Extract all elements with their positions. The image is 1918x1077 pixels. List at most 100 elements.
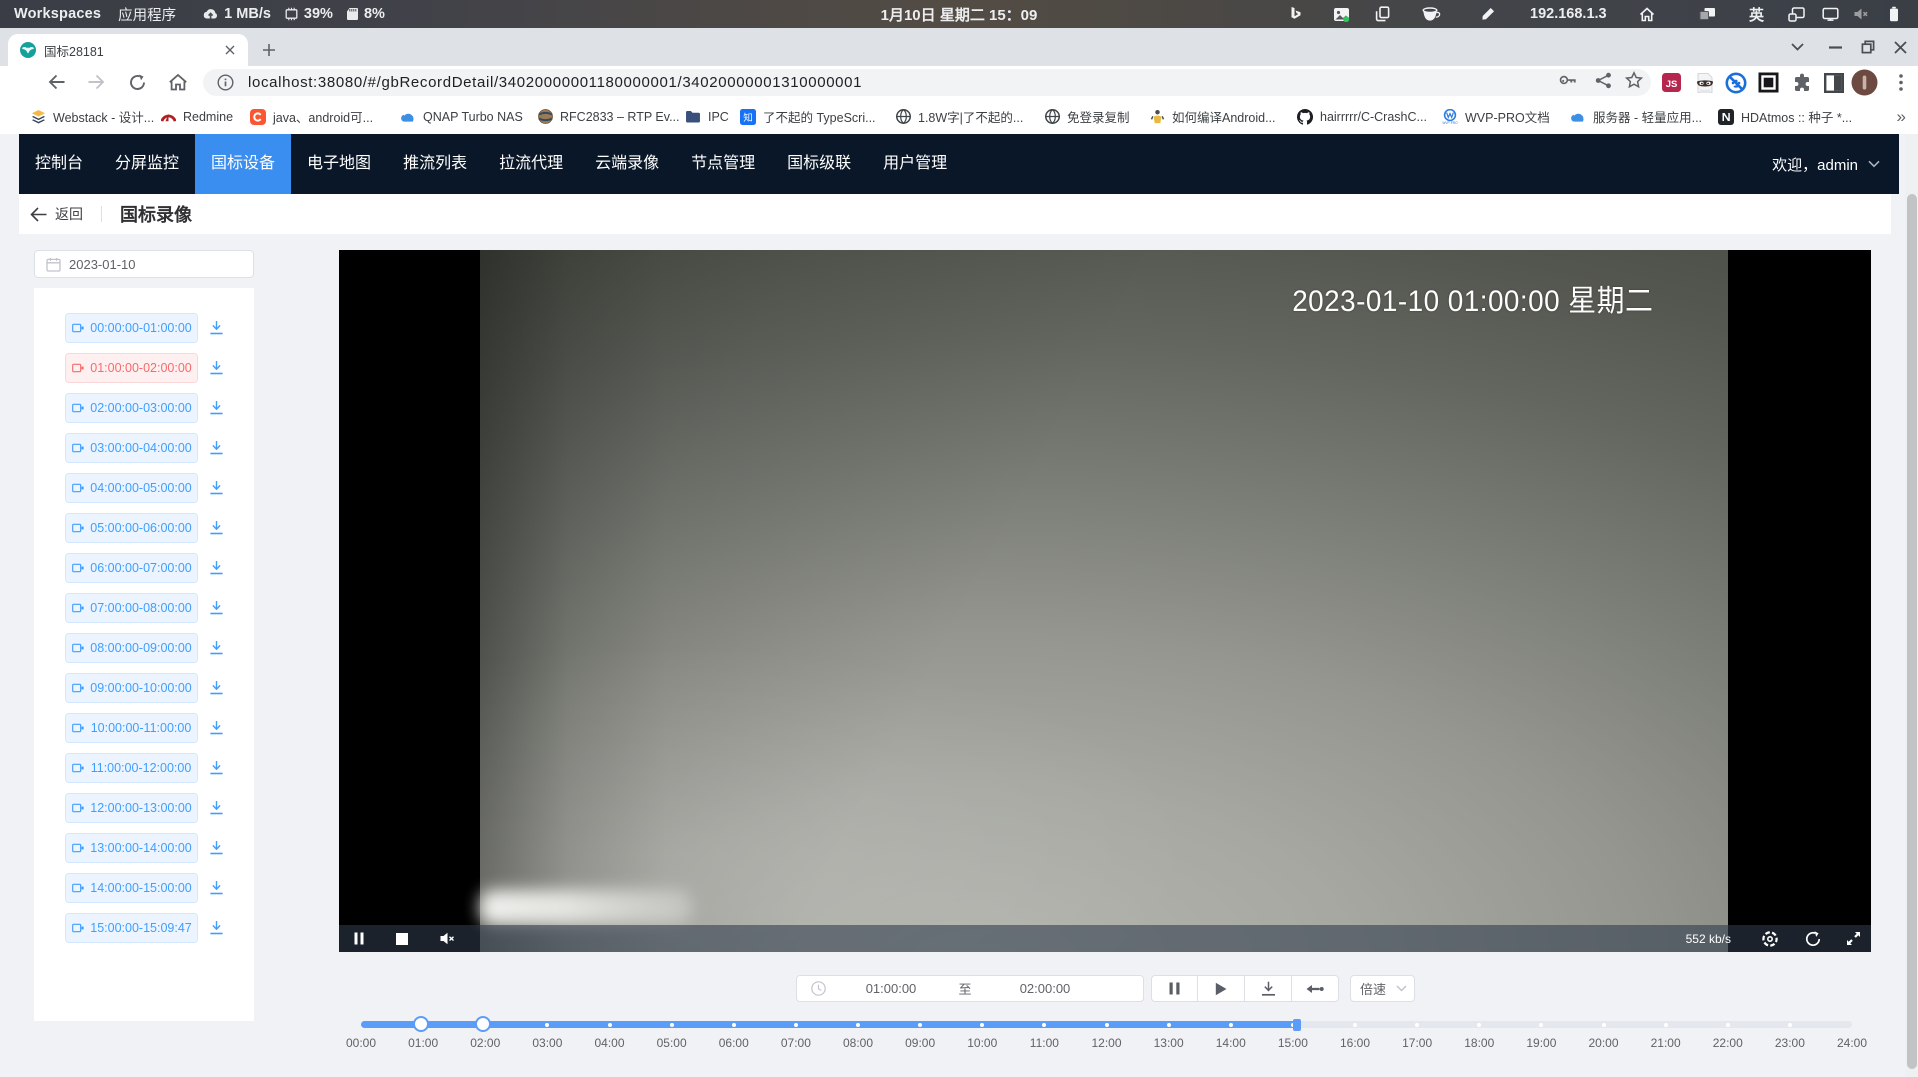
player-mute-icon[interactable]: [438, 925, 456, 952]
record-download-icon-15[interactable]: [209, 920, 225, 936]
record-button-11[interactable]: 11:00:00-12:00:00: [65, 753, 198, 783]
nav-item-1[interactable]: 分屏监控: [99, 134, 195, 194]
nav-item-6[interactable]: 云端录像: [579, 134, 675, 194]
bookmark-item-12[interactable]: 服务器 - 轻量应用...: [1570, 99, 1702, 134]
seek-button[interactable]: [1292, 975, 1339, 1002]
bookmark-item-4[interactable]: RFC2833 – RTP Ev...: [537, 99, 680, 134]
record-download-icon-14[interactable]: [209, 880, 225, 896]
tab-search-chevron-icon[interactable]: [1780, 28, 1814, 66]
record-button-9[interactable]: 09:00:00-10:00:00: [65, 673, 198, 703]
page-scrollbar[interactable]: [1905, 134, 1918, 1077]
extension-darkreader-icon[interactable]: [1756, 70, 1781, 95]
record-button-13[interactable]: 13:00:00-14:00:00: [65, 833, 198, 863]
video-player[interactable]: 2023-01-10 01:00:00 星期二 552 kb/s: [339, 250, 1871, 952]
nav-item-8[interactable]: 国标级联: [771, 134, 867, 194]
record-download-icon-7[interactable]: [209, 600, 225, 616]
record-button-5[interactable]: 05:00:00-06:00:00: [65, 513, 198, 543]
timeline-end-handle[interactable]: [475, 1016, 491, 1032]
extensions-puzzle-icon[interactable]: [1789, 70, 1814, 95]
download-button[interactable]: [1245, 975, 1292, 1002]
scrollbar-thumb[interactable]: [1907, 194, 1917, 1069]
battery-tray-icon[interactable]: [1889, 0, 1899, 28]
window-close-button[interactable]: [1885, 28, 1915, 66]
record-button-12[interactable]: 12:00:00-13:00:00: [65, 793, 198, 823]
record-download-icon-11[interactable]: [209, 760, 225, 776]
extension-split-icon[interactable]: [1821, 70, 1846, 95]
record-download-icon-4[interactable]: [209, 480, 225, 496]
ime-indicator[interactable]: 英: [1749, 0, 1764, 28]
bookmarks-overflow-chevron[interactable]: »: [1897, 99, 1906, 134]
bookmark-item-5[interactable]: IPC: [685, 99, 729, 134]
nav-item-5[interactable]: 拉流代理: [483, 134, 579, 194]
forward-icon[interactable]: [82, 68, 110, 96]
bookmark-item-10[interactable]: hairrrrr/C-CrashC...: [1297, 99, 1427, 134]
address-bar[interactable]: localhost:38080/#/gbRecordDetail/3402000…: [203, 69, 1651, 96]
record-button-1[interactable]: 01:00:00-02:00:00: [65, 353, 198, 383]
bing-tray-icon[interactable]: [1289, 0, 1303, 28]
player-refresh-icon[interactable]: [1804, 925, 1821, 952]
home-tray-icon[interactable]: [1639, 0, 1655, 28]
monitor-tray-icon[interactable]: [1822, 0, 1839, 28]
user-menu[interactable]: 欢迎，admin: [1772, 134, 1880, 194]
record-download-icon-3[interactable]: [209, 440, 225, 456]
bookmark-item-13[interactable]: HDAtmos :: 种子 *...: [1718, 99, 1852, 134]
record-download-icon-6[interactable]: [209, 560, 225, 576]
player-stop-icon[interactable]: [395, 925, 409, 952]
windows-tray-icon[interactable]: [1699, 0, 1716, 28]
timeline-slider[interactable]: [361, 1021, 1852, 1028]
home-icon[interactable]: [164, 68, 192, 96]
record-button-15[interactable]: 15:00:00-15:09:47: [65, 913, 198, 943]
picker-tray-icon[interactable]: [1480, 0, 1496, 28]
speed-select[interactable]: 倍速: [1350, 975, 1415, 1002]
back-button[interactable]: 返回: [30, 204, 83, 224]
window-minimize-button[interactable]: [1818, 28, 1852, 66]
record-download-icon-9[interactable]: [209, 680, 225, 696]
date-picker-input[interactable]: 2023-01-10: [34, 250, 254, 278]
record-button-0[interactable]: 00:00:00-01:00:00: [65, 313, 198, 343]
bookmark-item-9[interactable]: 如何编译Android...: [1149, 99, 1276, 134]
record-button-3[interactable]: 03:00:00-04:00:00: [65, 433, 198, 463]
password-key-icon[interactable]: [1559, 71, 1577, 89]
nav-item-4[interactable]: 推流列表: [387, 134, 483, 194]
back-icon[interactable]: [42, 68, 70, 96]
record-button-6[interactable]: 06:00:00-07:00:00: [65, 553, 198, 583]
record-download-icon-2[interactable]: [209, 400, 225, 416]
browser-tab[interactable]: 国标28181: [8, 34, 248, 66]
time-range-picker[interactable]: 01:00:00 至 02:00:00: [796, 975, 1144, 1002]
nav-item-9[interactable]: 用户管理: [867, 134, 963, 194]
ip-address[interactable]: 192.168.1.3: [1530, 0, 1607, 28]
share-icon[interactable]: [1594, 71, 1612, 89]
volume-muted-tray-icon[interactable]: [1853, 0, 1869, 28]
extension-useragent-icon[interactable]: [1692, 70, 1717, 95]
player-snapshot-icon[interactable]: [1761, 925, 1778, 952]
bookmark-item-6[interactable]: 知了不起的 TypeScri...: [740, 99, 876, 134]
player-fullscreen-icon[interactable]: [1845, 925, 1862, 952]
browser-menu-kebab-icon[interactable]: [1888, 70, 1913, 95]
bookmark-item-2[interactable]: java、android可...: [250, 99, 373, 134]
record-download-icon-10[interactable]: [209, 720, 225, 736]
record-download-icon-8[interactable]: [209, 640, 225, 656]
tab-close-icon[interactable]: [222, 42, 238, 58]
record-download-icon-1[interactable]: [209, 360, 225, 376]
bookmark-item-11[interactable]: WVP-PROWVP-PRO文档: [1442, 99, 1550, 134]
start-time-value[interactable]: 01:00:00: [826, 981, 956, 996]
record-download-icon-5[interactable]: [209, 520, 225, 536]
bookmark-item-1[interactable]: Redmine: [160, 99, 233, 134]
new-tab-button[interactable]: [256, 37, 282, 63]
end-time-value[interactable]: 02:00:00: [980, 981, 1110, 996]
profile-avatar[interactable]: [1851, 69, 1878, 96]
reload-icon[interactable]: [123, 68, 151, 96]
bookmark-item-7[interactable]: 1.8W字|了不起的...: [895, 99, 1023, 134]
player-pause-icon[interactable]: [352, 925, 366, 952]
pause-button[interactable]: [1151, 975, 1198, 1002]
coffee-tray-icon[interactable]: [1422, 0, 1441, 28]
nav-item-3[interactable]: 电子地图: [291, 134, 387, 194]
timeline-position-marker[interactable]: [1293, 1019, 1301, 1031]
record-button-10[interactable]: 10:00:00-11:00:00: [65, 713, 198, 743]
window-restore-button[interactable]: [1851, 28, 1885, 66]
nav-item-0[interactable]: 控制台: [19, 134, 99, 194]
bookmark-item-0[interactable]: Webstack - 设计...: [30, 99, 154, 134]
nav-item-7[interactable]: 节点管理: [675, 134, 771, 194]
nav-item-2[interactable]: 国标设备: [195, 134, 291, 194]
bookmark-star-icon[interactable]: [1625, 71, 1643, 89]
